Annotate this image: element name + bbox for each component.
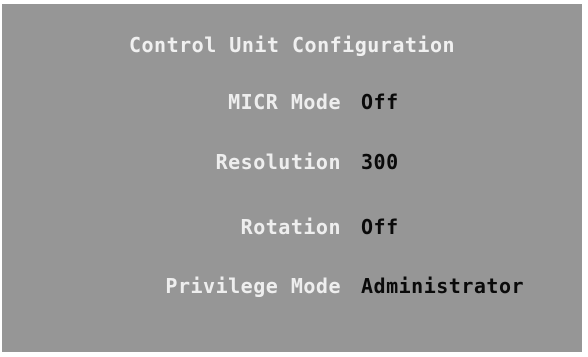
rotation-label: Rotation: [240, 215, 341, 239]
resolution-value: 300: [361, 150, 399, 174]
micr-mode-value: Off: [361, 90, 399, 114]
config-row-micr-mode: MICR Mode Off: [2, 86, 582, 118]
control-unit-config-panel: Control Unit Configuration MICR Mode Off…: [2, 4, 582, 352]
config-row-rotation: Rotation Off: [2, 211, 582, 243]
privilege-mode-value: Administrator: [361, 274, 525, 298]
rotation-value: Off: [361, 215, 399, 239]
panel-title: Control Unit Configuration: [128, 33, 456, 57]
resolution-label: Resolution: [215, 150, 341, 174]
privilege-mode-label: Privilege Mode: [165, 274, 341, 298]
config-row-resolution: Resolution 300: [2, 146, 582, 178]
micr-mode-label: MICR Mode: [228, 90, 341, 114]
config-row-privilege-mode: Privilege Mode Administrator: [2, 270, 582, 302]
